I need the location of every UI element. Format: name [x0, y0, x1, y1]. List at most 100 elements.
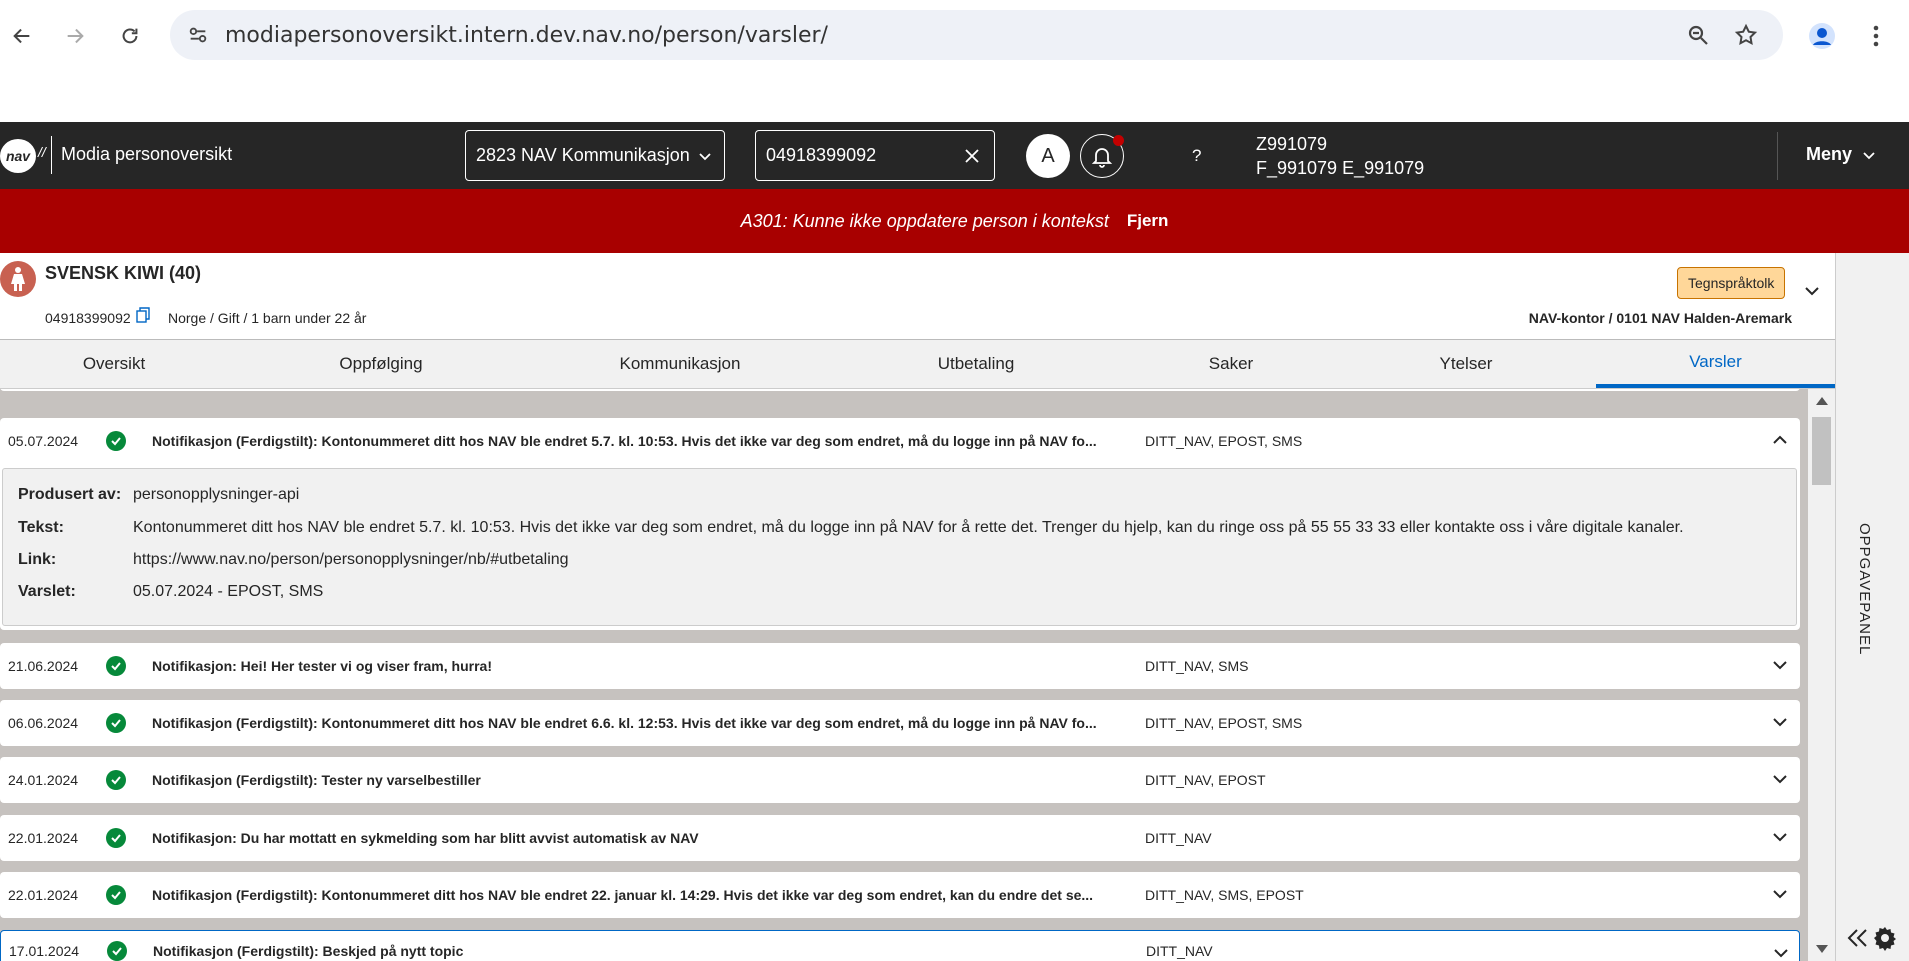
chevron-up-icon[interactable]	[1772, 432, 1788, 448]
avatar-letter: A	[1041, 144, 1055, 167]
chevron-down-icon[interactable]	[1772, 657, 1788, 673]
tab-oppfolging[interactable]: Oppfølging	[228, 340, 534, 388]
scroll-up-arrow[interactable]	[1816, 397, 1828, 405]
item-channels: DITT_NAV, EPOST, SMS	[1145, 715, 1303, 731]
url-text[interactable]: modiapersonoversikt.intern.dev.nav.no/pe…	[225, 23, 828, 48]
site-settings-icon[interactable]	[182, 19, 214, 51]
varslet-value: 05.07.2024 - EPOST, SMS	[133, 583, 324, 600]
notification-dot	[1113, 135, 1124, 146]
item-title: Notifikasjon (Ferdigstilt): Kontonummere…	[152, 715, 1097, 731]
item-title: Notifikasjon: Hei! Her tester vi og vise…	[152, 658, 492, 674]
check-icon	[106, 770, 126, 790]
browser-toolbar: modiapersonoversikt.intern.dev.nav.no/pe…	[0, 0, 1909, 122]
item-channels: DITT_NAV, SMS, EPOST	[1145, 887, 1304, 903]
app-title: Modia personoversikt	[61, 144, 233, 164]
tab-utbetaling[interactable]: Utbetaling	[826, 340, 1126, 388]
check-icon	[107, 941, 127, 961]
person-panel: SVENSK KIWI (40) 04918399092 Norge / Gif…	[0, 253, 1835, 340]
chevron-down-icon[interactable]	[1772, 714, 1788, 730]
error-message: A301: Kunne ikke oppdatere person i kont…	[740, 210, 1109, 231]
list-item[interactable]: 22.01.2024 Notifikasjon: Du har mottatt …	[0, 815, 1800, 861]
notifications-button[interactable]	[1080, 134, 1124, 178]
double-chevron-left-icon[interactable]	[1846, 927, 1870, 949]
person-female-icon	[0, 261, 36, 297]
tekst-value: Kontonummeret ditt hos NAV ble endret 5.…	[133, 519, 1684, 536]
help-button[interactable]: ?	[1192, 146, 1201, 166]
varslet-label: Varslet:	[18, 583, 76, 600]
reload-icon[interactable]	[110, 16, 150, 56]
gear-icon[interactable]	[1872, 925, 1898, 951]
nav-logo[interactable]: nav	[0, 139, 36, 173]
item-title: Notifikasjon (Ferdigstilt): Kontonummere…	[152, 887, 1094, 903]
tab-saker[interactable]: Saker	[1126, 340, 1336, 388]
tab-ytelser[interactable]: Ytelser	[1336, 340, 1596, 388]
oppgavepanel[interactable]: OPPGAVEPANEL	[1835, 253, 1909, 961]
zoom-icon[interactable]	[1682, 19, 1714, 51]
chevron-down-icon[interactable]	[1804, 283, 1820, 299]
list-item[interactable]: 17.01.2024 Notifikasjon (Ferdigstilt): B…	[0, 930, 1800, 961]
list-item[interactable]: 21.06.2024 Notifikasjon: Hei! Her tester…	[0, 643, 1800, 689]
chevron-down-icon	[1863, 151, 1875, 159]
item-channels: DITT_NAV, EPOST, SMS	[1145, 433, 1303, 449]
check-icon	[106, 713, 126, 733]
list-item[interactable]: 06.06.2024 Notifikasjon (Ferdigstilt): K…	[0, 700, 1800, 746]
address-bar[interactable]: modiapersonoversikt.intern.dev.nav.no/pe…	[170, 10, 1783, 60]
item-date: 24.01.2024	[8, 772, 79, 788]
scroll-thumb[interactable]	[1812, 417, 1831, 485]
clear-search-icon[interactable]	[964, 148, 980, 164]
item-date: 17.01.2024	[9, 943, 80, 959]
person-search-input[interactable]: 04918399092	[755, 130, 995, 181]
header-divider	[51, 136, 52, 174]
back-icon[interactable]	[2, 16, 42, 56]
chevron-down-icon[interactable]	[1772, 771, 1788, 787]
bookmark-star-icon[interactable]	[1730, 19, 1762, 51]
remove-error-button[interactable]: Fjern	[1127, 211, 1169, 231]
item-channels: DITT_NAV, SMS	[1145, 658, 1249, 674]
profile-icon[interactable]	[1802, 16, 1842, 56]
produsert-label: Produsert av:	[18, 486, 122, 503]
chevron-down-icon[interactable]	[1772, 829, 1788, 845]
scroll-down-arrow[interactable]	[1816, 945, 1828, 953]
tab-varsler[interactable]: Varsler	[1596, 340, 1835, 388]
item-title: Notifikasjon (Ferdigstilt): Beskjed på n…	[153, 943, 464, 959]
error-banner: A301: Kunne ikke oppdatere person i kont…	[0, 189, 1909, 253]
list-item[interactable]: 24.01.2024 Notifikasjon (Ferdigstilt): T…	[0, 757, 1800, 803]
menu-button[interactable]: Meny	[1806, 144, 1876, 165]
chevron-down-icon[interactable]	[1773, 945, 1789, 961]
browser-menu-icon[interactable]	[1856, 16, 1896, 56]
item-title: Notifikasjon: Du har mottatt en sykmeldi…	[152, 830, 699, 846]
item-date: 05.07.2024	[8, 433, 79, 449]
check-icon	[106, 431, 126, 451]
copy-icon[interactable]	[136, 307, 150, 323]
item-channels: DITT_NAV, EPOST	[1145, 772, 1266, 788]
item-date: 22.01.2024	[8, 830, 79, 846]
person-name[interactable]: SVENSK KIWI (40)	[45, 263, 201, 284]
tab-kommunikasjon[interactable]: Kommunikasjon	[534, 340, 826, 388]
list-item-expanded: 05.07.2024 Notifikasjon (Ferdigstilt): K…	[0, 418, 1800, 630]
nav-office: NAV-kontor / 0101 NAV Halden-Aremark	[1528, 310, 1792, 326]
link-label: Link:	[18, 551, 57, 568]
side-panel-controls	[1846, 925, 1898, 951]
oppgavepanel-label[interactable]: OPPGAVEPANEL	[1856, 523, 1873, 655]
item-date: 21.06.2024	[8, 658, 79, 674]
check-icon	[106, 828, 126, 848]
list-item[interactable]: 22.01.2024 Notifikasjon (Ferdigstilt): K…	[0, 872, 1800, 918]
list-item-header[interactable]: 05.07.2024 Notifikasjon (Ferdigstilt): K…	[0, 418, 1800, 464]
avatar-button[interactable]: A	[1026, 134, 1070, 178]
list-scrollbar[interactable]	[1808, 389, 1835, 961]
link-value[interactable]: https://www.nav.no/person/personopplysni…	[133, 551, 569, 569]
tekst-label: Tekst:	[18, 519, 64, 536]
item-details: Produsert av: personopplysninger-api Tek…	[2, 468, 1797, 626]
enhet-value: 2823 NAV Kommunikasjon	[476, 145, 690, 165]
enhet-select[interactable]: 2823 NAV Kommunikasjon	[465, 130, 725, 181]
user-id: Z991079	[1256, 134, 1328, 154]
forward-icon[interactable]	[55, 16, 95, 56]
tab-oversikt[interactable]: Oversikt	[0, 340, 228, 388]
main-tabs: Oversikt Oppfølging Kommunikasjon Utbeta…	[0, 340, 1835, 389]
menu-divider	[1777, 132, 1778, 180]
item-title: Notifikasjon (Ferdigstilt): Kontonummere…	[152, 433, 1097, 449]
produsert-value: personopplysninger-api	[133, 486, 300, 503]
person-status: Norge / Gift / 1 barn under 22 år	[168, 310, 367, 326]
chevron-down-icon[interactable]	[1772, 886, 1788, 902]
item-title: Notifikasjon (Ferdigstilt): Tester ny va…	[152, 772, 481, 788]
